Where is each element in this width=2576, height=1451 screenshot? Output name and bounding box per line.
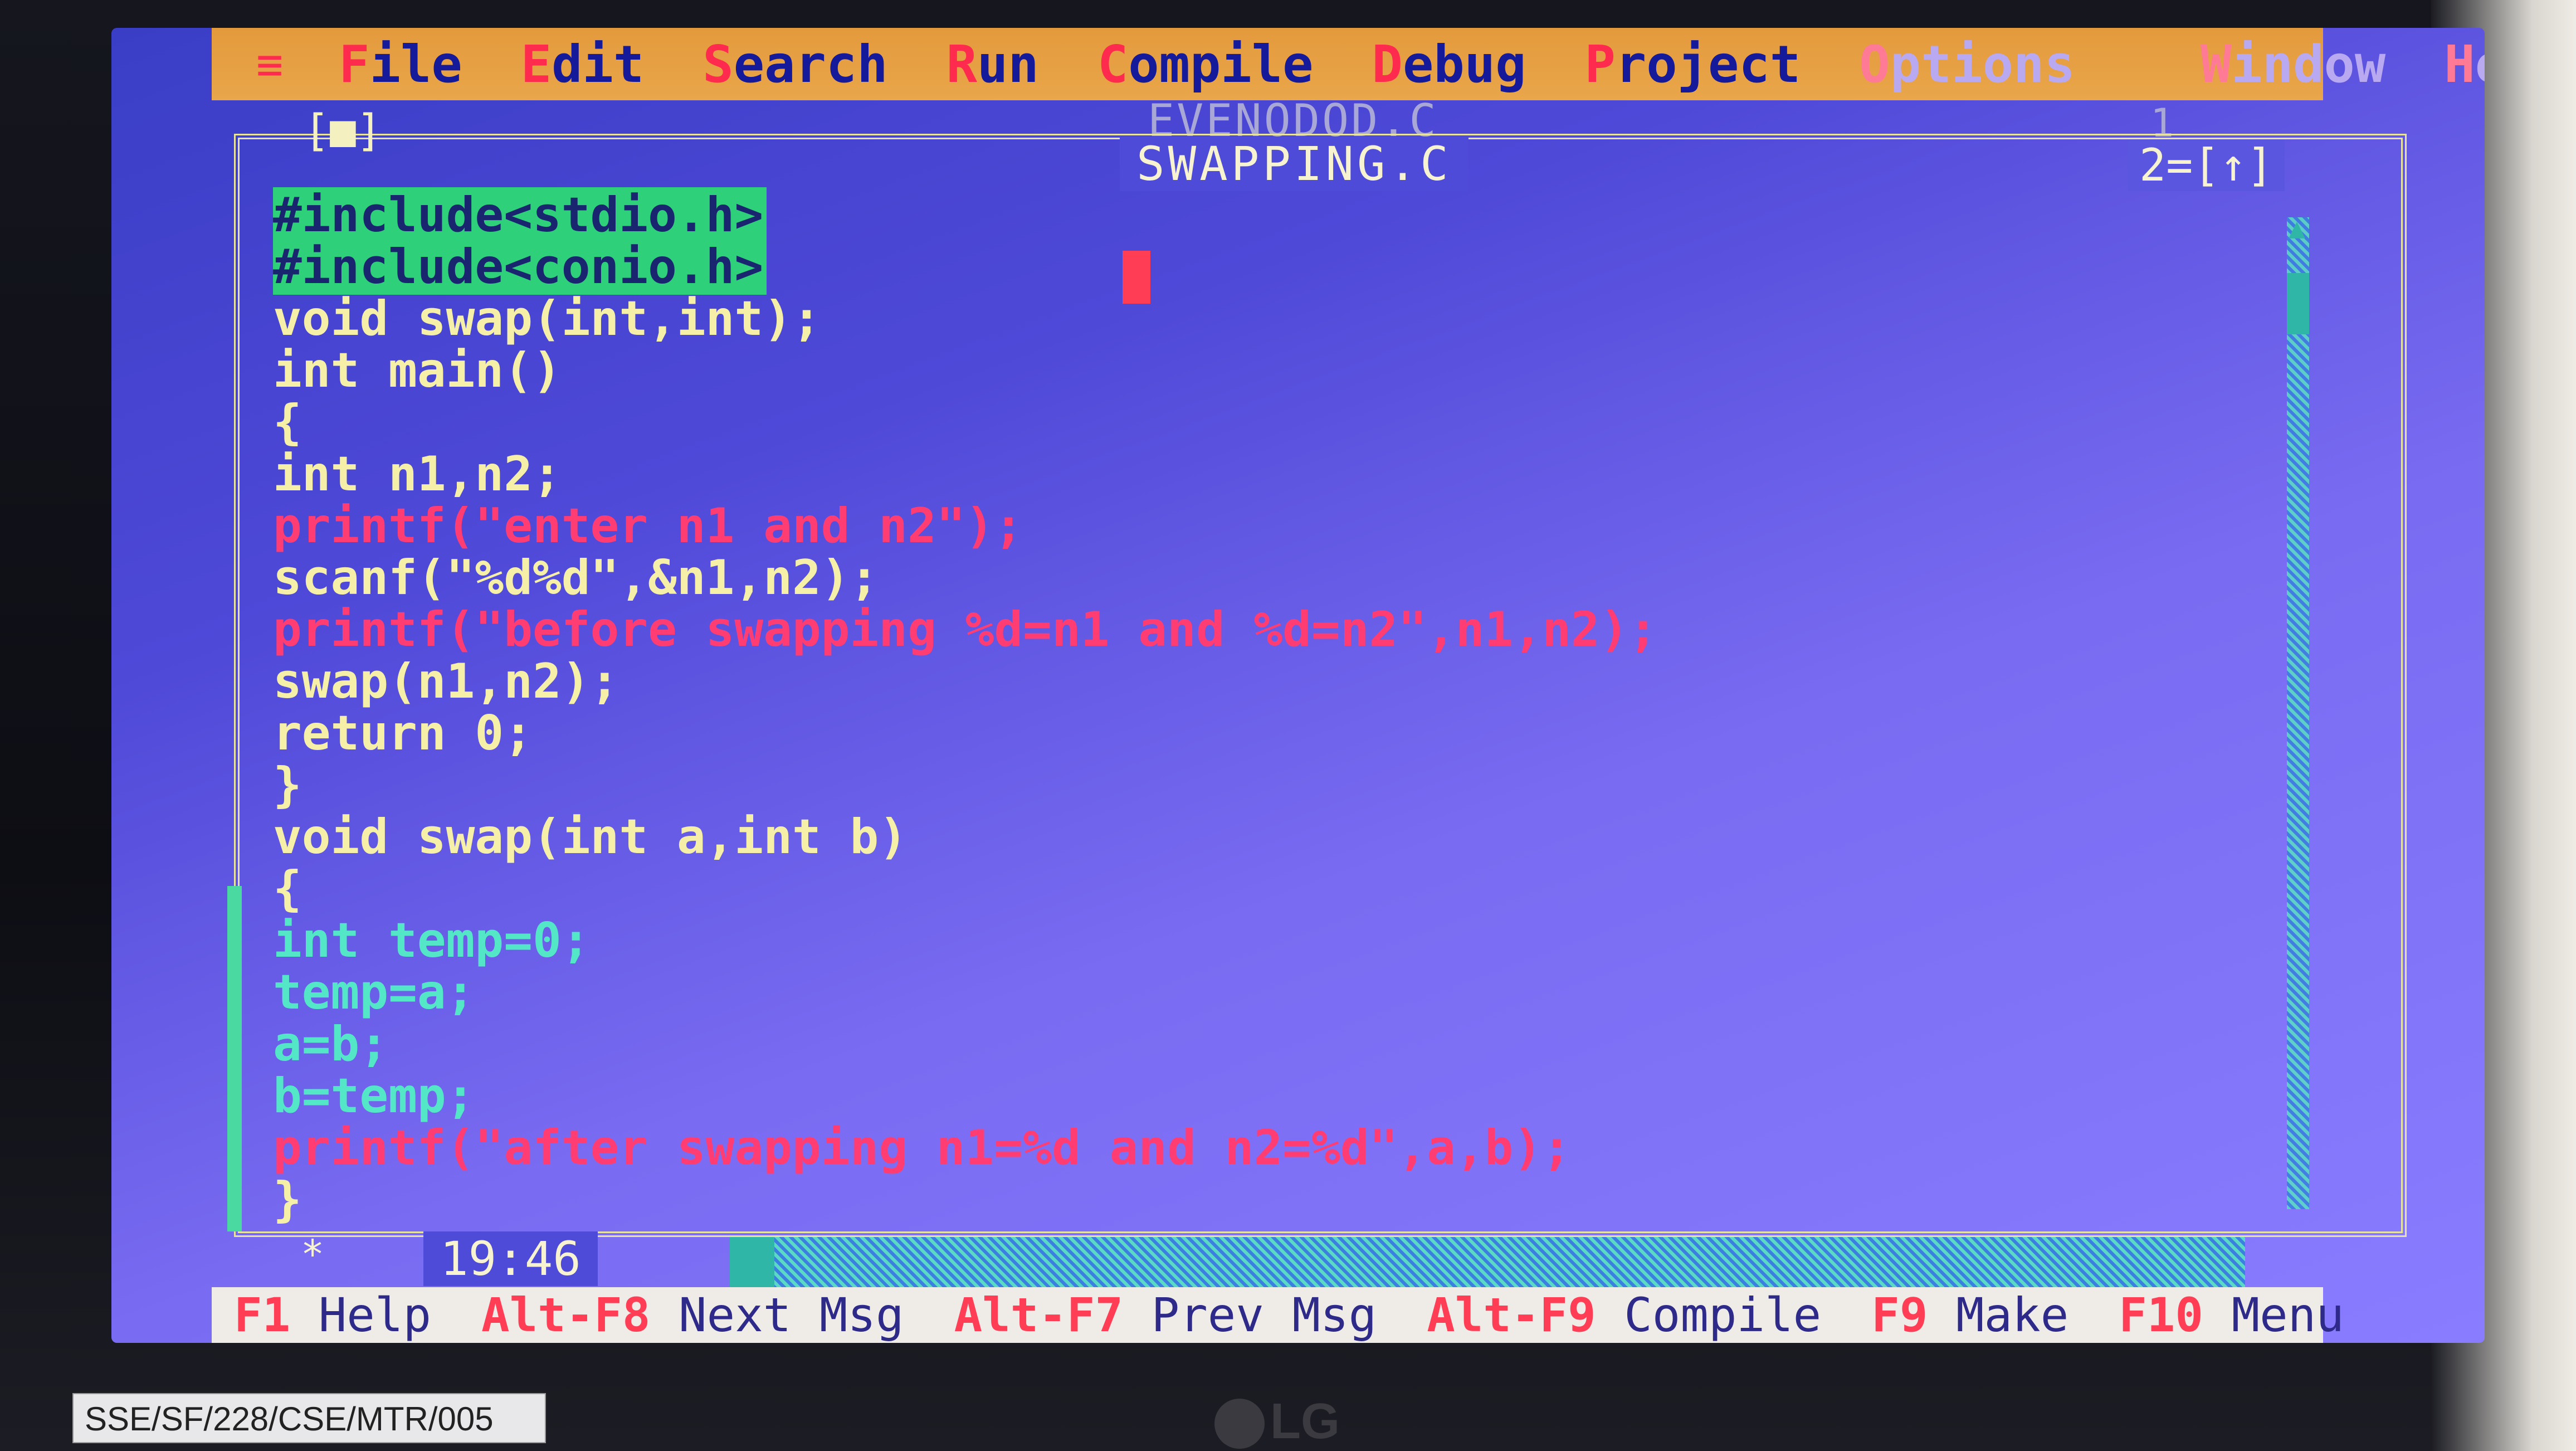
horizontal-scroll-thumb[interactable] [730,1237,774,1287]
cursor-position: 19:46 [423,1231,598,1286]
zoom-box-button[interactable]: 2=[↑] [2128,139,2285,191]
menu-window[interactable]: Window [2201,35,2385,94]
code-line[interactable]: printf("after swapping n1=%d and n2=%d",… [273,1122,2390,1174]
monitor-brand: LG [1270,1394,1340,1449]
menu-run[interactable]: Run [947,35,1039,94]
code-line[interactable]: int temp=0; [273,915,2390,967]
menu-edit[interactable]: Edit [521,35,645,94]
menu-project[interactable]: Project [1585,35,1801,94]
code-line[interactable]: } [273,759,2390,811]
menu-options[interactable]: Options [1859,35,2075,94]
lg-logo-icon [1214,1399,1265,1449]
menu-debug[interactable]: Debug [1372,35,1526,94]
code-line[interactable]: int main() [273,345,2390,397]
menu-compile[interactable]: Compile [1097,35,1314,94]
menu-file[interactable]: File [339,35,462,94]
function-key-bar: F1 Help Alt-F8 Next Msg Alt-F7 Prev Msg … [212,1287,2344,1343]
code-line[interactable]: } [273,1174,2390,1226]
menu-help[interactable]: Help [2444,35,2485,94]
code-line[interactable]: return 0; [273,708,2390,759]
code-line[interactable]: scanf("%d%d",&n1,n2); [273,552,2390,604]
code-editor[interactable]: #include<stdio.h> #include<conio.h> void… [273,187,2390,1226]
fkey-prev-msg[interactable]: Alt-F7 Prev Msg [954,1288,1377,1342]
dos-screen: ≡ File Edit Search Run Compile Debug Pro… [111,28,2485,1343]
system-menu-icon[interactable]: ≡ [256,38,283,90]
menu-search[interactable]: Search [702,35,887,94]
code-line[interactable]: b=temp; [273,1070,2390,1122]
code-line[interactable]: swap(n1,n2); [273,656,2390,708]
fkey-help[interactable]: F1 Help [234,1288,431,1342]
fkey-compile[interactable]: Alt-F9 Compile [1427,1288,1821,1342]
editor-window-title: SWAPPING.C [1120,137,1468,191]
code-line[interactable]: void swap(int,int); [273,293,2390,345]
code-line[interactable]: void swap(int a,int b) [273,811,2390,863]
code-line[interactable]: { [273,397,2390,449]
fkey-next-msg[interactable]: Alt-F8 Next Msg [481,1288,904,1342]
code-line[interactable]: temp=a; [273,967,2390,1019]
code-line[interactable]: a=b; [273,1019,2390,1070]
code-line[interactable]: { [273,863,2390,915]
horizontal-scrollbar[interactable] [730,1237,2245,1287]
code-line[interactable]: int n1,n2; [273,449,2390,500]
code-line[interactable]: printf("before swapping %d=n1 and %d=n2"… [273,604,2390,656]
asset-sticker: SSE/SF/228/CSE/MTR/005 [72,1393,546,1443]
menu-bar: ≡ File Edit Search Run Compile Debug Pro… [212,28,2485,100]
fkey-menu[interactable]: F10 Menu [2119,1288,2344,1342]
close-box-button[interactable]: [■] [298,106,388,156]
code-line[interactable]: printf("enter n1 and n2"); [273,500,2390,552]
code-line[interactable]: #include<stdio.h> [273,187,2390,243]
window-edge-marker [227,886,242,1231]
fkey-make[interactable]: F9 Make [1871,1288,2068,1342]
code-line[interactable]: #include<conio.h> [273,239,2390,295]
modified-marker: * [301,1231,325,1277]
text-cursor [1123,251,1150,304]
